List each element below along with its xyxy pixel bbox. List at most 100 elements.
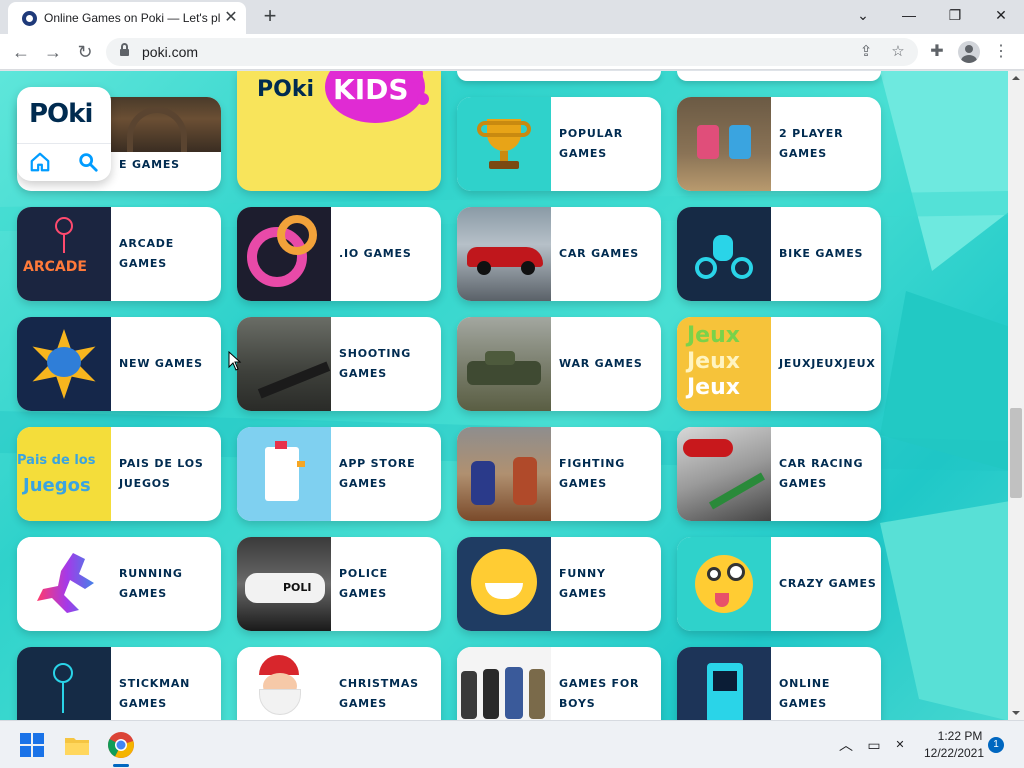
game-tile-car-racing[interactable]: CAR RACING GAMES	[677, 427, 881, 521]
partial-game-tile[interactable]	[457, 71, 661, 81]
tab-search-button[interactable]: ⌄	[848, 2, 878, 28]
game-tile-popular[interactable]: POPULAR GAMES	[457, 97, 661, 191]
show-hidden-icons-chevron-icon[interactable]: ︿	[836, 735, 856, 755]
race-track-stripe	[709, 472, 765, 510]
bookmark-star-icon[interactable]: ☆	[888, 42, 908, 62]
game-tile-label: WAR GAMES	[559, 357, 643, 370]
scroll-up-arrow-icon[interactable]	[1008, 71, 1024, 85]
maximize-button[interactable]: ❐	[940, 2, 970, 28]
game-tile-funny[interactable]: FUNNY GAMES	[457, 537, 661, 631]
game-tile-pais[interactable]: Pais de los Juegos PAIS DE LOS JUEGOS	[17, 427, 221, 521]
poki-kids-banner[interactable]: POki KIDS	[237, 71, 441, 191]
game-tile-fighting[interactable]: FIGHTING GAMES	[457, 427, 661, 521]
game-tile-2-player[interactable]: 2 PLAYER GAMES	[677, 97, 881, 191]
page-scrollbar[interactable]	[1008, 71, 1024, 720]
profile-avatar-icon[interactable]	[958, 41, 980, 63]
search-icon[interactable]	[77, 151, 99, 173]
home-icon[interactable]	[29, 151, 51, 173]
two-player-thumbnail	[677, 97, 771, 191]
minimize-button[interactable]: —	[894, 2, 924, 28]
game-tile-war[interactable]: WAR GAMES	[457, 317, 661, 411]
close-window-button[interactable]: ✕	[986, 2, 1016, 28]
address-bar[interactable]: poki.com ⇪ ☆	[106, 38, 918, 66]
game-tile-label: CAR GAMES	[559, 247, 640, 260]
browser-toolbar: ← → ↻ poki.com ⇪ ☆ ✚ ⋮	[0, 34, 1024, 70]
windows-start-icon[interactable]	[20, 733, 44, 757]
game-tile-christmas[interactable]: CHRISTMAS GAMES	[237, 647, 441, 720]
police-car-text: POLI	[283, 581, 312, 594]
game-tile-running[interactable]: RUNNING GAMES	[17, 537, 221, 631]
game-tile-label: CRAZY GAMES	[779, 577, 877, 590]
game-tile-label: RUNNING GAMES	[119, 567, 183, 600]
game-tile-label: STICKMAN GAMES	[119, 677, 191, 710]
game-tile-police[interactable]: POLI POLICE GAMES	[237, 537, 441, 631]
new-tab-button[interactable]: +	[258, 4, 282, 28]
game-tile-io[interactable]: .IO GAMES	[237, 207, 441, 301]
game-tile-crazy[interactable]: CRAZY GAMES	[677, 537, 881, 631]
clock-time[interactable]: 1:22 PM	[930, 729, 990, 743]
extensions-icon[interactable]: ✚	[926, 41, 948, 63]
partial-game-tile[interactable]	[677, 71, 881, 81]
chrome-taskbar-icon[interactable]	[107, 731, 135, 759]
character-figure	[505, 667, 523, 719]
game-tile-online[interactable]: ONLINE GAMES	[677, 647, 881, 720]
car-thumbnail	[457, 207, 551, 301]
game-tile-label: ARCADE GAMES	[119, 237, 175, 270]
notification-badge[interactable]: 1	[988, 737, 1004, 753]
police-thumbnail: POLI	[237, 537, 331, 631]
character-figure	[483, 669, 499, 719]
arcade-screen	[713, 671, 737, 691]
bike-wheel	[731, 257, 753, 279]
lock-icon[interactable]	[120, 43, 129, 57]
car-wheel	[521, 261, 535, 275]
game-tile-label: PAIS DE LOS JUEGOS	[119, 457, 204, 490]
tab-close-icon[interactable]: ✕	[222, 9, 240, 27]
santa-beard	[259, 689, 301, 715]
volume-muted-icon[interactable]: ✕	[890, 735, 910, 755]
browser-tab[interactable]: Online Games on Poki — Let's pl ✕	[8, 2, 246, 34]
game-tile-label: POLICE GAMES	[339, 567, 388, 600]
trophy-thumbnail	[457, 97, 551, 191]
file-explorer-icon[interactable]	[64, 733, 90, 757]
scroll-down-arrow-icon[interactable]	[1008, 706, 1024, 720]
poki-logo[interactable]: POki	[29, 99, 93, 129]
game-tile-car[interactable]: CAR GAMES	[457, 207, 661, 301]
car-wheel	[477, 261, 491, 275]
fighting-thumbnail	[457, 427, 551, 521]
game-tile-label: FUNNY GAMES	[559, 567, 607, 600]
chicken-comb	[275, 441, 287, 449]
game-tile-jeux[interactable]: Jeux Jeux Jeux JEUXJEUXJEUX	[677, 317, 881, 411]
kids-logo-kids: KIDS	[333, 73, 409, 106]
clock-date[interactable]: 12/22/2021	[918, 746, 990, 760]
game-tile-label: CAR RACING GAMES	[779, 457, 864, 490]
game-tile-shooting[interactable]: SHOOTING GAMES	[237, 317, 441, 411]
game-tile-bike[interactable]: BIKE GAMES	[677, 207, 881, 301]
character-figure	[529, 669, 545, 719]
game-tile-label: 2 PLAYER GAMES	[779, 127, 844, 160]
browser-title-bar: Online Games on Poki — Let's pl ✕ + ⌄ — …	[0, 0, 1024, 34]
active-app-indicator	[113, 764, 129, 767]
appstore-thumbnail	[237, 427, 331, 521]
game-tile-new[interactable]: NEW GAMES	[17, 317, 221, 411]
chrome-menu-icon[interactable]: ⋮	[990, 41, 1012, 63]
game-tile-app-store[interactable]: APP STORE GAMES	[237, 427, 441, 521]
back-button[interactable]: ←	[8, 39, 34, 65]
game-tile-stickman[interactable]: STICKMAN GAMES	[17, 647, 221, 720]
poki-favicon-icon	[22, 11, 37, 26]
game-tile-label: SHOOTING GAMES	[339, 347, 412, 380]
fighter-figure	[471, 461, 495, 505]
forward-button[interactable]: →	[40, 39, 66, 65]
scrollbar-thumb[interactable]	[1010, 408, 1022, 498]
network-icon[interactable]: ▭	[864, 735, 884, 755]
share-icon[interactable]: ⇪	[856, 42, 876, 62]
game-tile-arcade[interactable]: ARCADE ARCADE GAMES	[17, 207, 221, 301]
game-tile-label: APP STORE GAMES	[339, 457, 416, 490]
game-tile-boys[interactable]: GAMES FOR BOYS	[457, 647, 661, 720]
background-facet	[880, 71, 1008, 271]
reload-button[interactable]: ↻	[72, 39, 98, 65]
crazy-eye	[727, 563, 745, 581]
fighter-figure	[513, 457, 537, 505]
jeux-thumbnail: Jeux Jeux Jeux	[677, 317, 771, 411]
arcade-thumbnail: ARCADE	[17, 207, 111, 301]
url-text[interactable]: poki.com	[142, 44, 198, 60]
